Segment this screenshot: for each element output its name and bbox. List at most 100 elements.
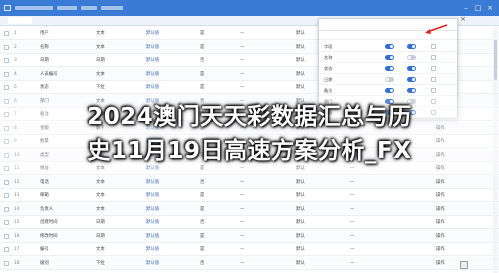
- panel-row-checkbox[interactable]: [431, 55, 436, 60]
- required-toggle[interactable]: [407, 55, 416, 60]
- tab[interactable]: [72, 17, 94, 24]
- title-segment: [57, 6, 77, 10]
- row-checkbox[interactable]: [4, 71, 9, 77]
- table-cell: 15: [14, 220, 20, 225]
- table-row[interactable]: 18 级别 下拉 默认值否 — 默认 — 操作: [0, 256, 499, 270]
- resize-grip-icon[interactable]: [460, 261, 468, 269]
- table-cell[interactable]: 默认值: [146, 246, 190, 253]
- visible-toggle[interactable]: [385, 55, 394, 60]
- required-toggle[interactable]: [407, 66, 416, 71]
- table-cell: —: [240, 44, 245, 50]
- table-cell: 是: [200, 44, 205, 50]
- row-checkbox[interactable]: [4, 58, 9, 63]
- table-cell: 是: [200, 31, 205, 36]
- table-cell: 文本: [96, 247, 105, 252]
- table-cell[interactable]: 操作: [436, 246, 464, 253]
- table-cell: —: [350, 220, 355, 225]
- row-checkbox[interactable]: [4, 44, 9, 50]
- tab[interactable]: [104, 17, 122, 24]
- required-toggle[interactable]: [407, 44, 416, 49]
- visible-toggle[interactable]: [385, 44, 394, 49]
- table-cell[interactable]: 操作: [436, 219, 464, 226]
- table-cell: —: [350, 206, 355, 212]
- table-cell: 默认: [296, 206, 305, 212]
- table-row[interactable]: 16 修改时间 日期 默认值 是 — 默认 — 操作: [0, 229, 499, 243]
- table-cell[interactable]: 操作: [436, 206, 464, 213]
- table-cell[interactable]: 默认值: [146, 57, 190, 64]
- table-row[interactable]: 13 邮箱 文本 默认值 是 — 默认 — 操作: [0, 189, 499, 202]
- table-cell[interactable]: 默认值: [146, 71, 190, 78]
- row-checkbox[interactable]: [4, 220, 9, 225]
- table-cell: 文本: [96, 31, 105, 36]
- table-row[interactable]: 15 创建时间 日期 默认值 否 — 默认 — 操作: [0, 216, 499, 229]
- table-cell: 文本: [96, 71, 105, 77]
- table-cell: 默认: [296, 247, 305, 252]
- panel-row: 日期: [319, 74, 457, 85]
- table-cell[interactable]: 默认值: [146, 44, 190, 51]
- title-segment: [81, 6, 97, 10]
- visible-toggle[interactable]: [385, 66, 394, 71]
- row-checkbox[interactable]: [4, 206, 9, 212]
- scrollbar-thumb[interactable]: [494, 40, 497, 80]
- minimize-icon[interactable]: –: [462, 4, 470, 12]
- table-cell[interactable]: 默认值: [146, 30, 190, 37]
- title-segment: [15, 6, 53, 10]
- table-cell: —: [240, 58, 245, 63]
- table-cell: 文本: [96, 193, 105, 198]
- panel-row-checkbox[interactable]: [431, 77, 436, 82]
- table-row[interactable]: 17 编号 文本 默认值 是 — 默认 — 操作: [0, 243, 499, 256]
- table-cell: 默认: [296, 233, 305, 239]
- close-window-icon[interactable]: ×: [486, 4, 494, 12]
- table-cell: 默认: [296, 220, 305, 225]
- panel-row: 名称: [319, 52, 457, 63]
- table-cell[interactable]: 操作: [436, 192, 464, 199]
- panel-row-label: 状态: [324, 66, 333, 71]
- table-cell: 3: [14, 58, 17, 63]
- row-checkbox[interactable]: [4, 233, 9, 239]
- app-window: – □ × 1用户文本默认值是—默认—操作2名称文本默认值是—默认—操作3日期日…: [0, 0, 499, 273]
- table-row[interactable]: 14 负责人 文本 默认值 是 — 默认 — 操作: [0, 202, 499, 216]
- tab[interactable]: [42, 17, 62, 24]
- table-cell: 邮箱: [40, 193, 49, 198]
- table-cell[interactable]: 默认值: [146, 206, 190, 213]
- table-cell: 创建时间: [40, 220, 58, 225]
- maximize-icon[interactable]: □: [474, 4, 482, 12]
- headline-overlay: 2024澳门天天彩数据汇总与历 史11月19日高速方案分析_FX: [0, 100, 499, 168]
- panel-row-checkbox[interactable]: [431, 44, 436, 49]
- row-checkbox[interactable]: [4, 193, 9, 198]
- table-cell: —: [350, 233, 355, 239]
- table-cell[interactable]: 操作: [436, 233, 464, 240]
- table-cell: 2: [14, 44, 17, 50]
- row-checkbox[interactable]: [4, 247, 9, 252]
- table-cell: 下拉: [96, 260, 105, 266]
- row-checkbox[interactable]: [4, 260, 9, 266]
- table-cell[interactable]: 默认值: [146, 219, 190, 226]
- headline-line-1: 2024澳门天天彩数据汇总与历: [87, 104, 412, 130]
- table-cell: 否: [200, 220, 205, 225]
- table-cell[interactable]: 默认值: [146, 192, 190, 199]
- close-icon[interactable]: ×: [458, 14, 468, 24]
- visible-toggle[interactable]: [385, 77, 394, 82]
- table-cell: 文本: [96, 206, 105, 212]
- tab[interactable]: [8, 17, 32, 24]
- table-cell[interactable]: 默认值: [146, 260, 190, 267]
- table-cell: 负责人: [40, 206, 54, 212]
- table-cell: 否: [200, 58, 205, 63]
- table-cell: —: [240, 31, 245, 36]
- table-cell: —: [240, 247, 245, 252]
- window-titlebar: – □ ×: [0, 0, 499, 16]
- table-cell: 是: [200, 233, 205, 239]
- table-cell: —: [350, 247, 355, 252]
- table-cell: 日期: [96, 220, 105, 225]
- table-cell: 18: [14, 260, 20, 266]
- table-cell: —: [240, 193, 245, 198]
- headline-line-2: 史11月19日高速方案分析_FX: [87, 138, 412, 164]
- table-cell: 1: [14, 31, 17, 36]
- required-toggle[interactable]: [407, 77, 416, 82]
- table-cell[interactable]: 默认值: [146, 233, 190, 240]
- table-cell: —: [350, 260, 355, 266]
- table-cell: 14: [14, 206, 20, 212]
- row-checkbox[interactable]: [4, 31, 9, 36]
- table-cell: 4: [14, 71, 17, 77]
- panel-row-checkbox[interactable]: [431, 66, 436, 71]
